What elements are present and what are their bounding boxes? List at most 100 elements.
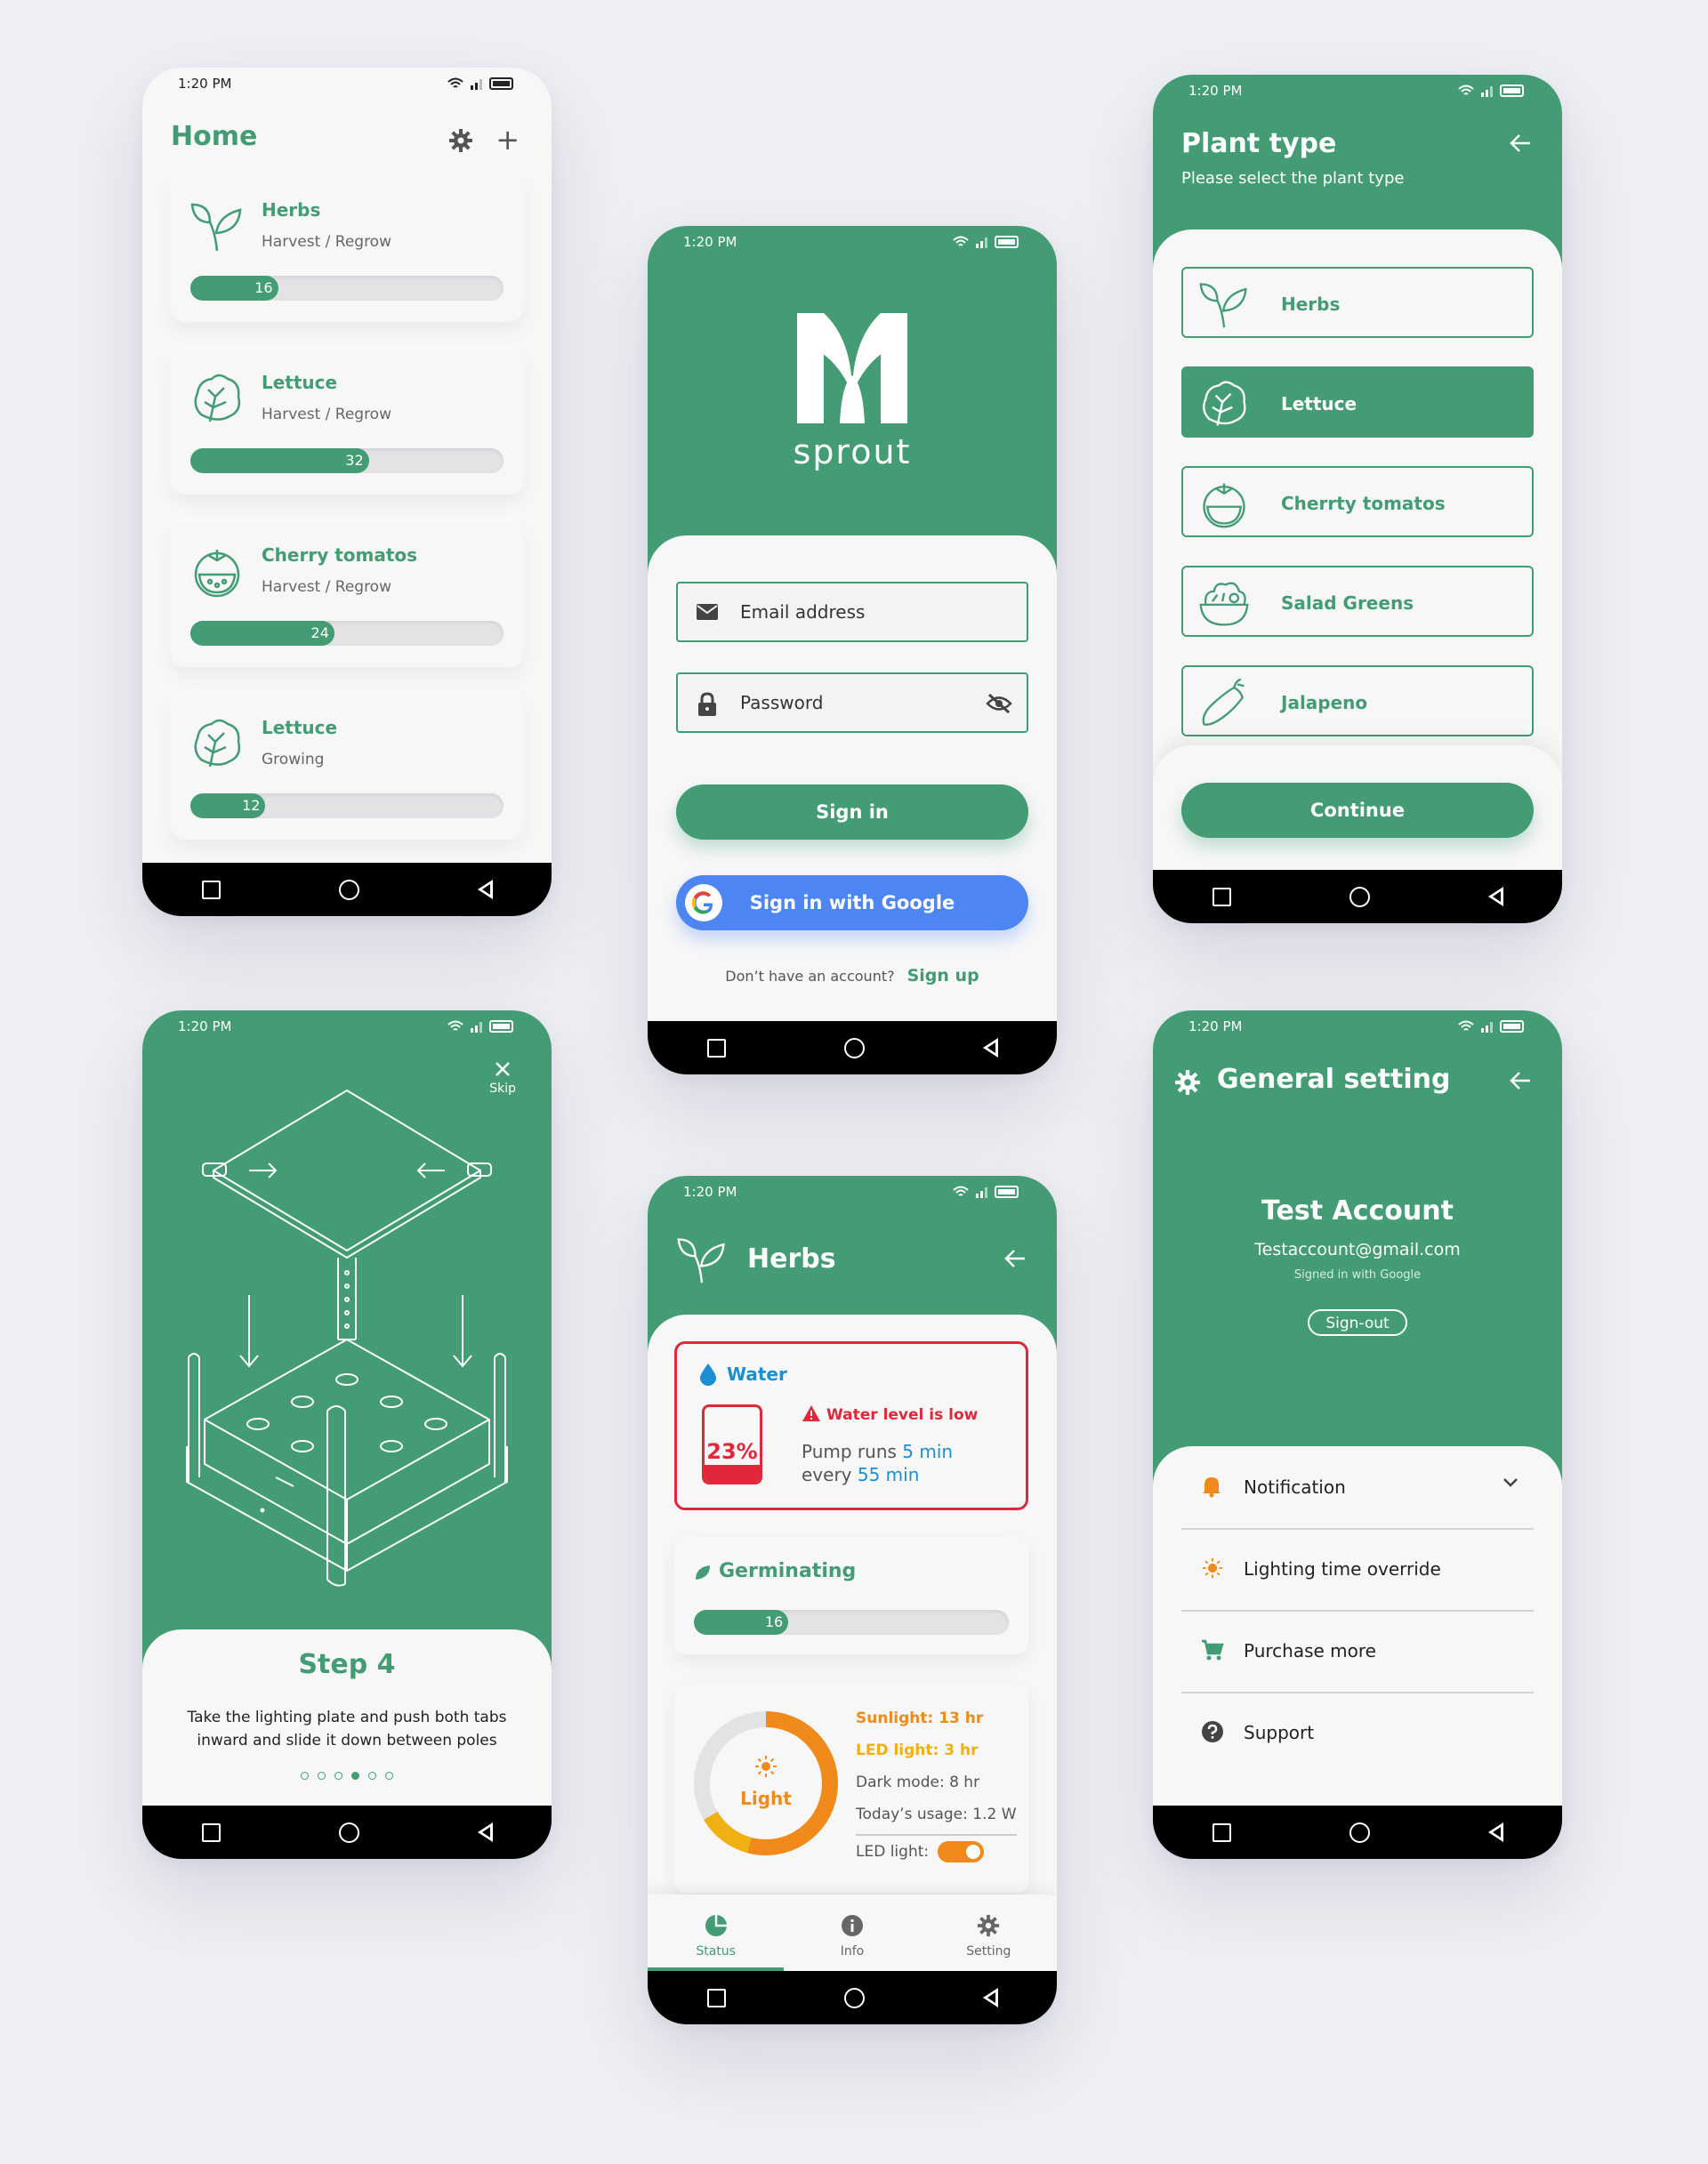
google-sign-in-label: Sign in with Google bbox=[749, 892, 955, 913]
setting-item-notification[interactable]: Notification bbox=[1181, 1446, 1534, 1530]
mail-icon bbox=[697, 604, 718, 620]
brand-name: sprout bbox=[793, 432, 912, 471]
recents-button[interactable] bbox=[1212, 1822, 1231, 1842]
pager-dot[interactable] bbox=[368, 1772, 376, 1780]
setting-label: Lighting time override bbox=[1244, 1558, 1441, 1580]
recents-button[interactable] bbox=[706, 1038, 726, 1058]
water-card[interactable]: Water 23% Water level is low Pump runs 5… bbox=[674, 1341, 1028, 1510]
plant-option[interactable]: Herbs bbox=[1181, 267, 1534, 338]
tab-label: Setting bbox=[966, 1944, 1011, 1959]
growth-stage-card[interactable]: Germinating 16 bbox=[674, 1537, 1028, 1654]
growth-progress: 32 bbox=[190, 448, 504, 473]
pager-dot[interactable] bbox=[334, 1772, 342, 1780]
plant-option[interactable]: Jalapeno bbox=[1181, 665, 1534, 736]
plant-option-selected[interactable]: Lettuce bbox=[1181, 366, 1534, 438]
back-arrow-icon[interactable] bbox=[1509, 1069, 1532, 1092]
sun-icon bbox=[1202, 1557, 1223, 1579]
setting-item-lighting-override[interactable]: Lighting time override bbox=[1181, 1528, 1534, 1612]
continue-button[interactable]: Continue bbox=[1181, 783, 1534, 838]
back-button[interactable] bbox=[982, 1038, 998, 1058]
recents-button[interactable] bbox=[201, 1822, 221, 1842]
light-card[interactable]: Light Sunlight: 13 hr LED light: 3 hr Da… bbox=[674, 1683, 1028, 1893]
home-button[interactable] bbox=[843, 1037, 865, 1058]
plant-option-label: Salad Greens bbox=[1281, 592, 1414, 614]
plant-option[interactable]: Cherrty tomatos bbox=[1181, 466, 1534, 537]
sprout-logo-icon bbox=[797, 313, 907, 423]
step-title: Step 4 bbox=[298, 1649, 396, 1680]
gear-icon[interactable] bbox=[448, 128, 473, 153]
setting-item-purchase[interactable]: Purchase more bbox=[1181, 1610, 1534, 1693]
leaf-icon bbox=[696, 1565, 710, 1580]
back-button[interactable] bbox=[982, 1988, 998, 2007]
status-icons bbox=[447, 77, 516, 90]
plant-name: Cherry tomatos bbox=[262, 544, 418, 566]
plant-option[interactable]: Salad Greens bbox=[1181, 566, 1534, 637]
plant-name: Herbs bbox=[262, 199, 321, 221]
page-title: Herbs bbox=[747, 1243, 836, 1275]
led-toggle[interactable] bbox=[938, 1841, 985, 1862]
hide-password-icon[interactable] bbox=[986, 692, 1012, 715]
water-warning: Water level is low bbox=[802, 1404, 978, 1424]
password-placeholder: Password bbox=[740, 692, 824, 713]
progress-fill: 12 bbox=[190, 793, 266, 818]
plant-status: Harvest / Regrow bbox=[262, 406, 391, 423]
home-button[interactable] bbox=[1349, 1822, 1370, 1843]
plant-card[interactable]: Lettuce Harvest / Regrow 32 bbox=[171, 349, 523, 495]
tab-info[interactable]: Info bbox=[784, 1895, 920, 1971]
back-button[interactable] bbox=[1487, 887, 1503, 906]
status-bar: 1:20 PM bbox=[1153, 75, 1562, 107]
lettuce-icon bbox=[1203, 381, 1246, 426]
password-field[interactable]: Password bbox=[676, 672, 1028, 733]
growth-progress: 16 bbox=[694, 1610, 1009, 1635]
status-icons bbox=[1457, 1020, 1527, 1033]
back-arrow-icon[interactable] bbox=[1003, 1247, 1027, 1270]
home-button[interactable] bbox=[1349, 886, 1370, 907]
plant-name: Lettuce bbox=[262, 717, 338, 738]
plant-card[interactable]: Lettuce Growing 12 bbox=[171, 694, 523, 840]
today-usage: Today’s usage: 1.2 W bbox=[856, 1798, 1017, 1836]
login-form: Email address Password Sign in Sign in w… bbox=[648, 535, 1057, 1074]
gear-icon bbox=[1175, 1070, 1200, 1095]
setting-item-support[interactable]: Support bbox=[1181, 1692, 1534, 1774]
plant-card[interactable]: Cherry tomatos Harvest / Regrow 24 bbox=[171, 521, 523, 667]
back-button[interactable] bbox=[1487, 1822, 1503, 1842]
sign-out-button[interactable]: Sign-out bbox=[1308, 1309, 1407, 1336]
email-field[interactable]: Email address bbox=[676, 582, 1028, 642]
recents-button[interactable] bbox=[706, 1988, 726, 2007]
sign-in-button[interactable]: Sign in bbox=[676, 784, 1028, 840]
plant-card[interactable]: Herbs Harvest / Regrow 16 bbox=[171, 176, 523, 322]
tab-setting[interactable]: Setting bbox=[921, 1895, 1057, 1971]
pager-dot[interactable] bbox=[301, 1772, 309, 1780]
home-button[interactable] bbox=[338, 1822, 359, 1843]
google-sign-in-button[interactable]: Sign in with Google bbox=[676, 875, 1028, 930]
back-button[interactable] bbox=[477, 1822, 493, 1842]
info-icon bbox=[841, 1915, 863, 1936]
pager-dot-active[interactable] bbox=[351, 1772, 359, 1780]
add-plant-button[interactable]: + bbox=[495, 123, 520, 157]
chevron-down-icon[interactable] bbox=[1502, 1476, 1519, 1489]
water-tank-gauge: 23% bbox=[702, 1404, 762, 1484]
system-nav-bar bbox=[648, 1971, 1057, 2024]
back-arrow-icon[interactable] bbox=[1509, 132, 1532, 155]
plant-status: Growing bbox=[262, 751, 325, 768]
bell-icon bbox=[1203, 1477, 1221, 1498]
signal-icon bbox=[976, 1187, 987, 1198]
lock-icon bbox=[698, 692, 716, 716]
back-button[interactable] bbox=[477, 880, 493, 899]
pager-dot[interactable] bbox=[318, 1772, 326, 1780]
progress-fill: 16 bbox=[190, 276, 278, 301]
system-nav-bar bbox=[1153, 1806, 1562, 1859]
pager-dot[interactable] bbox=[385, 1772, 393, 1780]
home-button[interactable] bbox=[843, 1987, 865, 2008]
wifi-icon bbox=[447, 1020, 463, 1031]
sun-icon bbox=[755, 1756, 777, 1777]
tab-status[interactable]: Status bbox=[648, 1895, 785, 1971]
system-nav-bar bbox=[142, 1806, 552, 1859]
sign-up-link[interactable]: Sign up bbox=[907, 966, 979, 985]
recents-button[interactable] bbox=[201, 880, 221, 899]
battery-icon bbox=[1500, 1020, 1524, 1033]
recents-button[interactable] bbox=[1212, 887, 1231, 906]
home-button[interactable] bbox=[338, 879, 359, 900]
battery-icon bbox=[489, 1020, 513, 1033]
step-instructions: Step 4 Take the lighting plate and push … bbox=[142, 1629, 552, 1806]
